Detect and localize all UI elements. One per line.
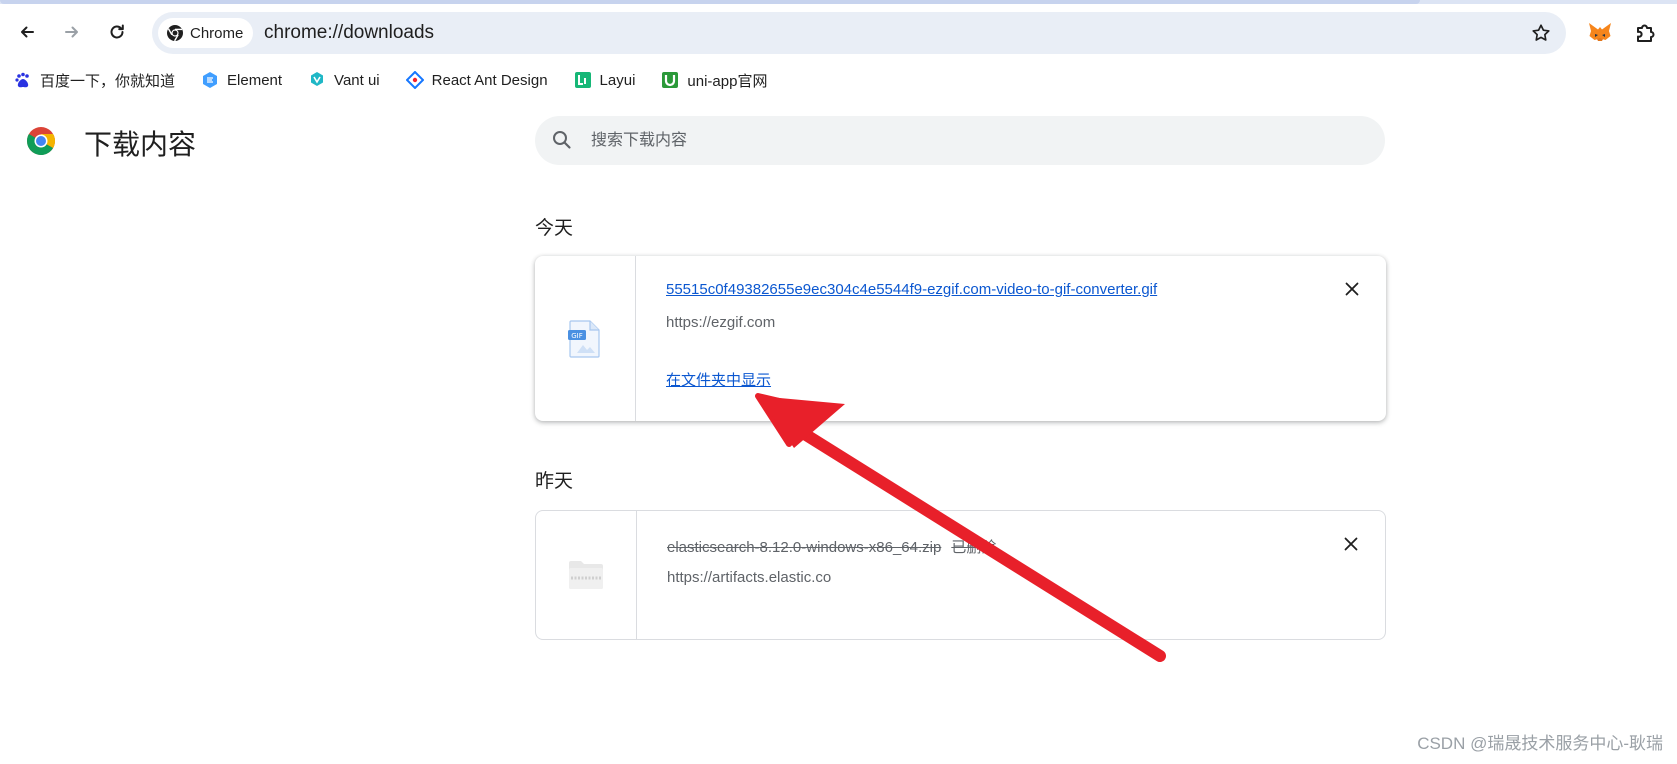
section-heading-today: 今天 [535,218,574,239]
bookmark-uniapp[interactable]: uni-app官网 [661,65,767,95]
page-title: 下载内容 [84,129,197,160]
downloads-search[interactable] [535,116,1385,165]
bookmark-label: Layui [599,71,636,89]
address-bar[interactable]: Chrome chrome://downloads [152,12,1566,54]
bookmark-label: React Ant Design [431,71,548,89]
chrome-logo-icon [27,127,55,155]
extensions-puzzle-icon[interactable] [1633,20,1659,46]
site-chip[interactable]: Chrome [158,18,254,48]
download-item: GIF 55515c0f49382655e9ec304c4e5544f9-ezg… [535,256,1386,421]
remove-download-button[interactable] [1339,532,1363,556]
zip-folder-icon [569,561,603,589]
site-chip-label: Chrome [190,24,244,42]
reload-icon [110,24,124,39]
bookmark-label: uni-app官网 [687,72,768,90]
download-filename: elasticsearch-8.12.0-windows-x86_64.zip 已… [667,536,996,557]
section-heading-yesterday: 昨天 [535,471,574,492]
metamask-fox-icon[interactable] [1587,20,1613,46]
back-button[interactable] [11,16,43,48]
download-filename-text: elasticsearch-8.12.0-windows-x86_64.zip [667,539,942,556]
forward-button[interactable] [56,16,88,48]
bookmark-element[interactable]: Element [201,65,282,95]
vant-icon [308,71,326,89]
baidu-icon [14,71,32,89]
ant-design-icon [405,71,424,89]
close-icon [1345,282,1359,296]
bookmark-label: Vant ui [334,71,380,89]
file-icon-column [536,511,637,639]
watermark-text: CSDN @瑞晟技术服务中心-耿瑞 [1417,734,1663,753]
bookmark-layui[interactable]: Layui [574,65,636,95]
close-icon [1344,537,1358,551]
bookmark-baidu[interactable]: 百度一下，你就知道 [14,65,175,95]
element-icon [201,71,219,89]
search-input[interactable] [591,116,1351,165]
search-icon [553,131,571,149]
download-filename-link[interactable]: 55515c0f49382655e9ec304c4e5544f9-ezgif.c… [666,281,1157,298]
download-status: 已删除 [951,539,997,556]
url-text[interactable]: chrome://downloads [264,12,434,54]
reload-button[interactable] [101,16,133,48]
bookmarks-bar: 百度一下，你就知道 Element Vant ui React Ant Desi… [0,62,1677,98]
file-icon-column: GIF [535,256,636,421]
back-arrow-icon [21,26,34,38]
download-source-url[interactable]: https://ezgif.com [666,314,775,331]
bookmark-star-icon[interactable] [1530,22,1552,44]
bookmark-vant[interactable]: Vant ui [308,65,380,95]
download-item: elasticsearch-8.12.0-windows-x86_64.zip 已… [535,510,1386,640]
layui-icon [574,71,592,89]
bookmark-label: 百度一下，你就知道 [40,72,176,90]
download-source-url[interactable]: https://artifacts.elastic.co [667,569,831,586]
chrome-icon [167,25,183,42]
gif-file-icon: GIF [568,319,600,358]
uniapp-icon [661,71,679,89]
svg-text:GIF: GIF [571,332,583,340]
bookmark-ant-design[interactable]: React Ant Design [405,65,548,95]
show-in-folder-link[interactable]: 在文件夹中显示 [666,369,771,390]
bookmark-label: Element [227,71,283,89]
browser-toolbar: Chrome chrome://downloads [0,4,1677,60]
remove-download-button[interactable] [1340,277,1364,301]
forward-arrow-icon [65,26,78,38]
